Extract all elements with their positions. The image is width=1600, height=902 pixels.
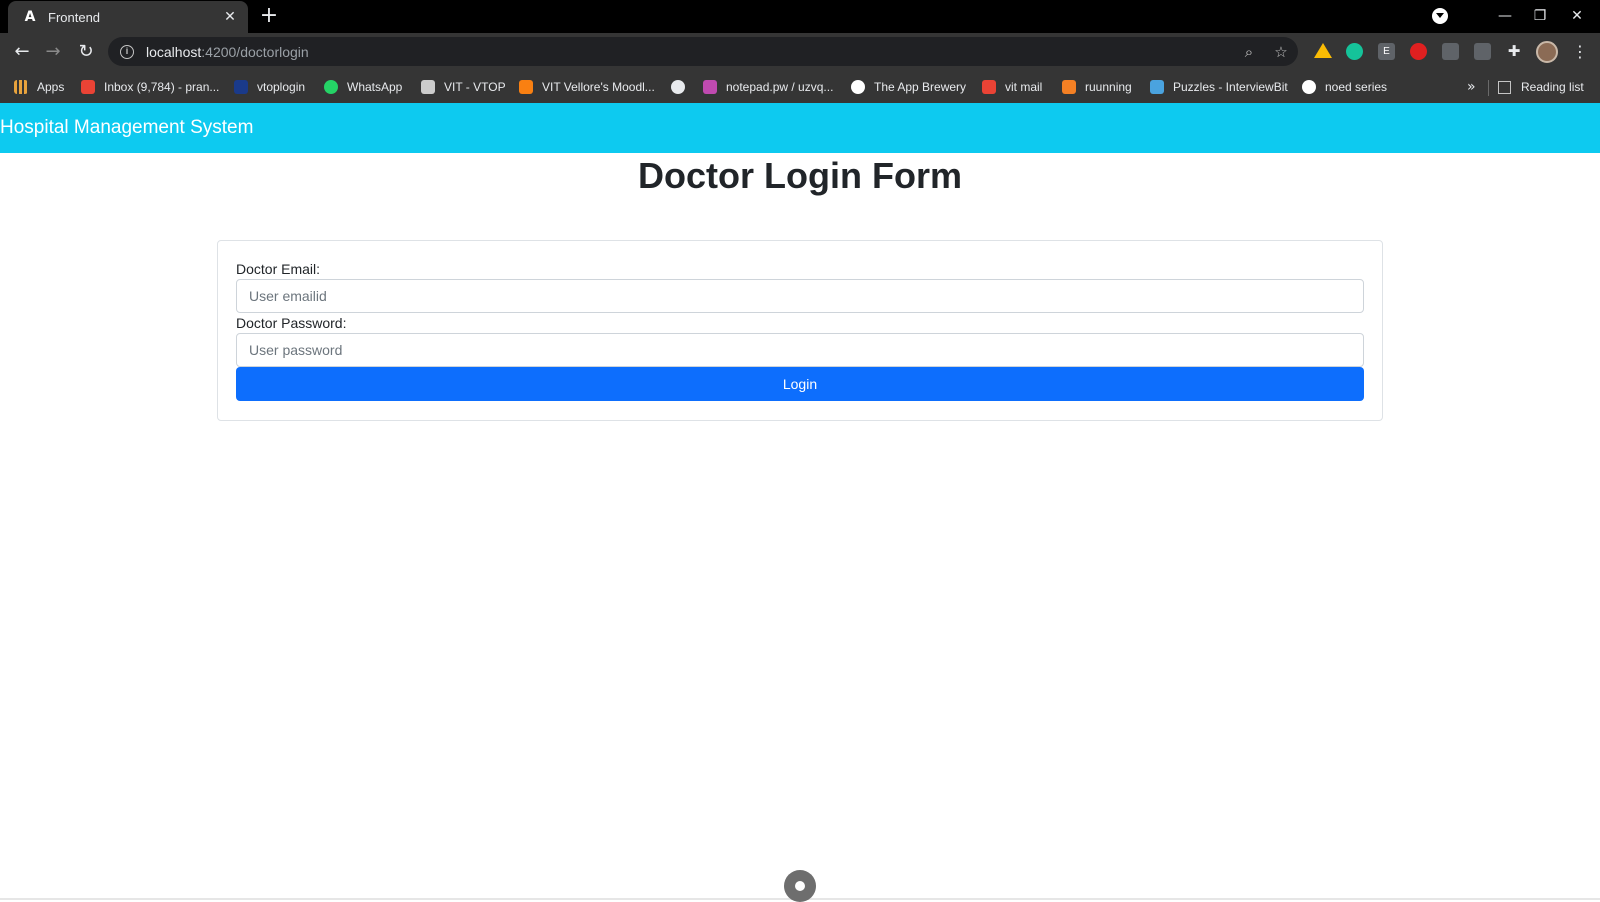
bookmark-inbox[interactable]: Inbox (9,784) - pran... [81, 76, 219, 98]
browser-menu-icon[interactable]: ⋮ [1572, 41, 1588, 63]
more-bookmarks-icon[interactable]: » [1467, 76, 1476, 98]
gmail-icon [81, 80, 95, 94]
extension-pages-icon[interactable] [1442, 43, 1459, 60]
site-info-icon[interactable]: i [120, 44, 134, 59]
reading-list-icon [1498, 80, 1511, 94]
bookmark-app-brewery[interactable]: The App Brewery [851, 76, 966, 98]
tab-search-icon[interactable] [1432, 8, 1448, 24]
bookmarks-bar: Apps Inbox (9,784) - pran... vtoplogin W… [0, 70, 1600, 103]
extensions-puzzle-icon[interactable]: ✚ [1505, 42, 1523, 60]
restore-button[interactable]: ❐ [1525, 4, 1555, 28]
email-field[interactable] [236, 279, 1364, 313]
bookmark-label: vtoplogin [257, 80, 306, 94]
bookmark-whatsapp[interactable]: WhatsApp [324, 76, 402, 98]
bookmark-vit-vtop[interactable]: VIT - VTOP [421, 76, 506, 98]
url-host: localhost [146, 43, 202, 60]
reload-button[interactable]: ↻ [73, 39, 99, 65]
bookmark-apps[interactable]: Apps [14, 76, 64, 98]
browser-toolbar: ← → ↻ i localhost:4200/doctorlogin ⌕ ☆ E… [0, 33, 1600, 70]
interviewbit-icon [1150, 80, 1164, 94]
browser-titlebar: A Frontend ✕ + — ❐ ✕ [0, 0, 1600, 33]
bookmark-vit-mail[interactable]: vit mail [982, 76, 1042, 98]
app-navbar: Hospital Management System [0, 103, 1600, 153]
zoom-icon[interactable]: ⌕ [1240, 43, 1258, 61]
forward-button[interactable]: → [40, 39, 66, 65]
bookmark-label: The App Brewery [874, 80, 967, 94]
new-tab-button[interactable]: + [258, 5, 280, 28]
bookmark-moodle[interactable]: VIT Vellore's Moodl... [519, 76, 655, 98]
reading-list-button[interactable]: Reading list [1498, 76, 1584, 98]
address-bar[interactable]: i localhost:4200/doctorlogin ⌕ ☆ [108, 37, 1298, 66]
google-drive-icon[interactable] [1314, 43, 1332, 58]
minimize-button[interactable]: — [1490, 4, 1520, 28]
adblock-icon[interactable] [1410, 43, 1427, 60]
url-path: :4200/doctorlogin [201, 43, 309, 60]
bookmark-star-icon[interactable]: ☆ [1272, 43, 1290, 61]
doctor-login-form: Doctor Email: Doctor Password: Login [217, 240, 1383, 421]
floating-record-icon[interactable] [784, 870, 816, 902]
bookmark-label: ruunning [1085, 80, 1132, 94]
profile-avatar[interactable] [1536, 41, 1558, 63]
bookmark-notepad[interactable]: notepad.pw / uzvq... [703, 76, 833, 98]
notepad-icon [703, 80, 717, 94]
stack-icon [1062, 80, 1076, 94]
back-button[interactable]: ← [9, 39, 35, 65]
login-button[interactable]: Login [236, 367, 1364, 401]
moodle-icon [519, 80, 533, 94]
bookmark-globe[interactable] [671, 76, 685, 98]
bookmark-label: Apps [37, 80, 65, 94]
apps-grid-icon [14, 80, 28, 94]
password-field[interactable] [236, 333, 1364, 367]
bookmark-ruunning[interactable]: ruunning [1062, 76, 1132, 98]
bookmark-label: VIT Vellore's Moodl... [542, 80, 655, 94]
reading-list-label: Reading list [1521, 80, 1584, 94]
password-label: Doctor Password: [236, 315, 347, 331]
screen-cast-icon[interactable] [1474, 43, 1491, 60]
vtop-icon [234, 80, 248, 94]
browser-tab[interactable]: A Frontend ✕ [8, 1, 248, 33]
email-label: Doctor Email: [236, 261, 321, 277]
extension-e-icon[interactable]: E [1378, 43, 1395, 60]
bookmark-vtoplogin[interactable]: vtoplogin [234, 76, 305, 98]
bookmark-label: VIT - VTOP [444, 80, 506, 94]
bookmark-interviewbit[interactable]: Puzzles - InterviewBit [1150, 76, 1288, 98]
bookmark-label: WhatsApp [347, 80, 403, 94]
bookmark-label: Inbox (9,784) - pran... [104, 80, 220, 94]
tab-title: Frontend [48, 9, 101, 25]
bookmark-label: noed series [1325, 80, 1388, 94]
whatsapp-icon [324, 80, 338, 94]
page-title: Doctor Login Form [638, 155, 962, 196]
angular-icon: A [24, 9, 36, 25]
github-icon [1302, 80, 1316, 94]
close-window-button[interactable]: ✕ [1562, 4, 1592, 28]
navbar-brand[interactable]: Hospital Management System [0, 117, 253, 139]
bookmark-label: notepad.pw / uzvq... [726, 80, 834, 94]
url-text: localhost:4200/doctorlogin [146, 44, 309, 60]
bookmark-noed-series[interactable]: noed series [1302, 76, 1387, 98]
bookmark-label: Puzzles - InterviewBit [1173, 80, 1288, 94]
globe-icon [671, 80, 685, 94]
grammarly-icon[interactable] [1346, 43, 1363, 60]
gmail-icon [982, 80, 996, 94]
app-brewery-icon [851, 80, 865, 94]
bookmark-label: vit mail [1005, 80, 1043, 94]
close-tab-icon[interactable]: ✕ [222, 9, 238, 25]
bookmarks-divider [1488, 80, 1489, 96]
vtop-page-icon [421, 80, 435, 94]
